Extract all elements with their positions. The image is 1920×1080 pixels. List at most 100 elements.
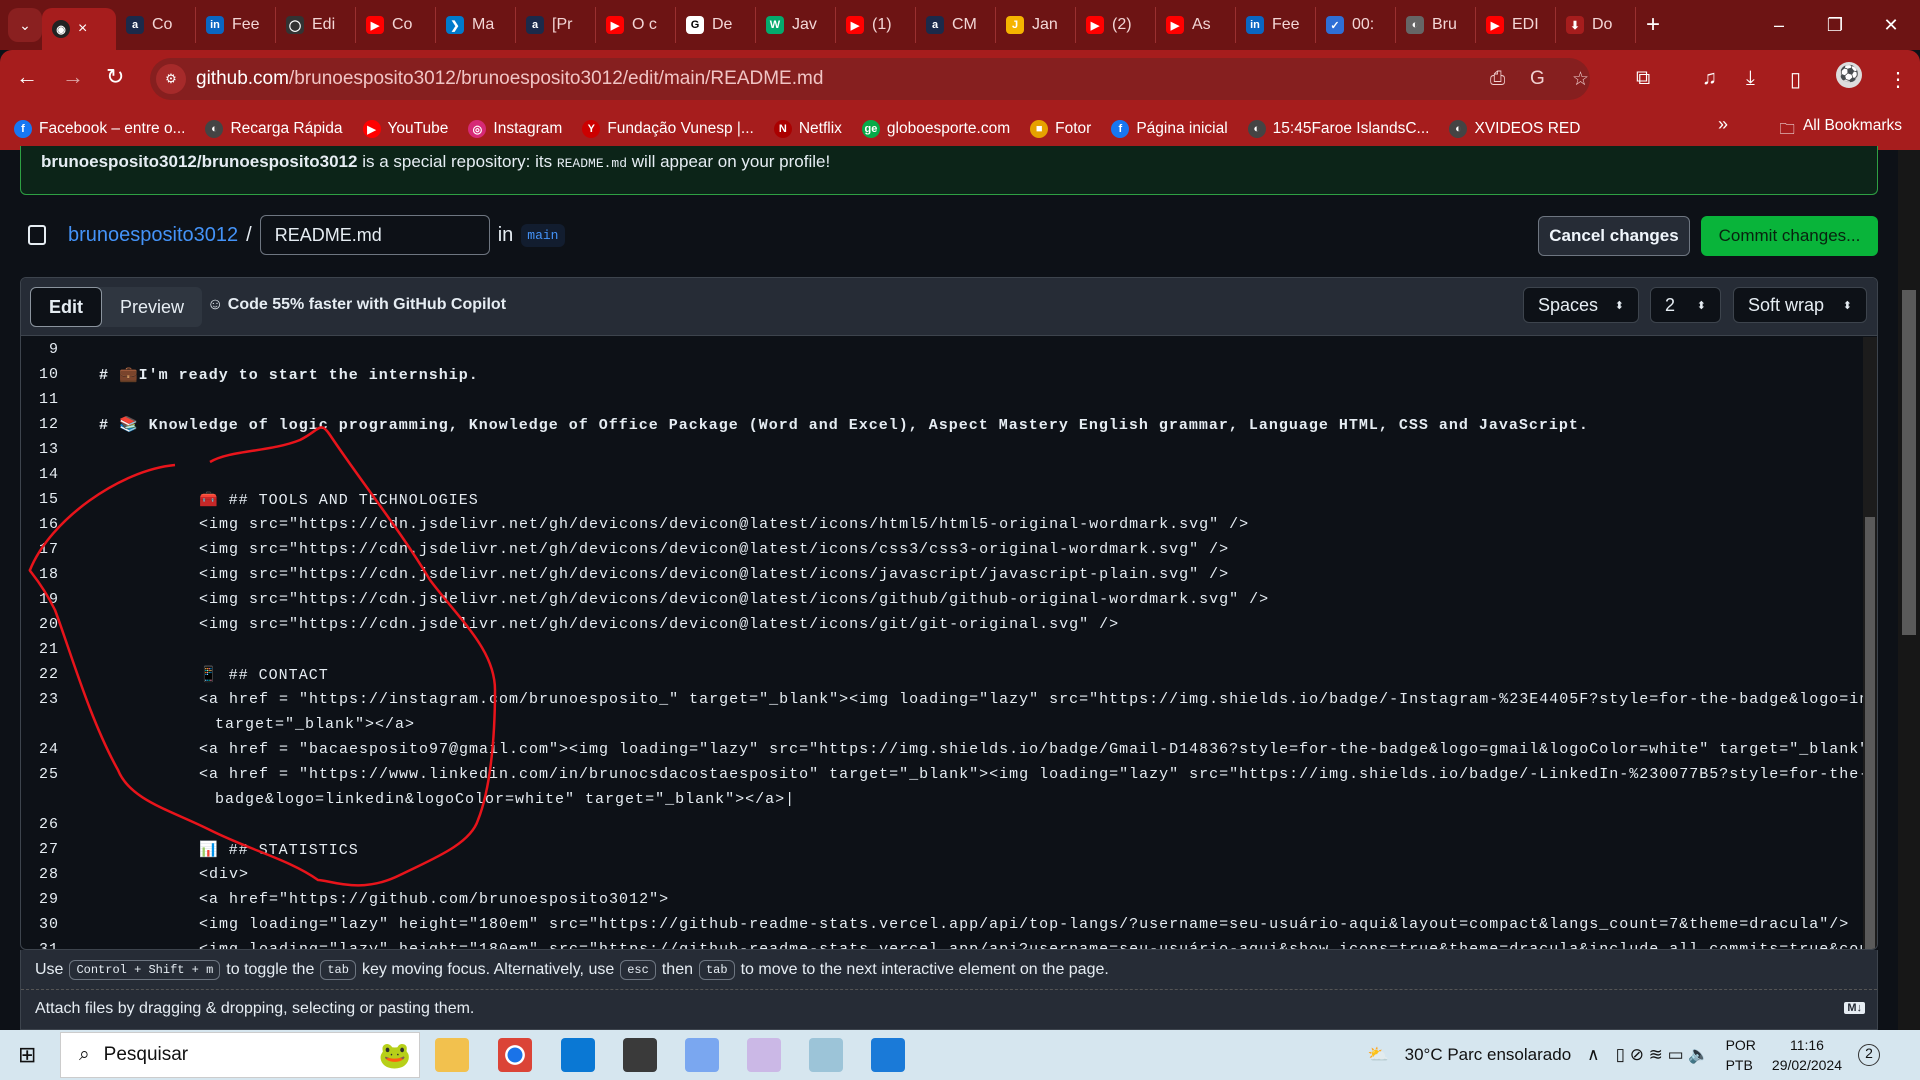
code-line[interactable]: target="_blank"></a> xyxy=(21,712,1863,737)
sublime-icon[interactable] xyxy=(623,1038,657,1072)
tab[interactable]: a CM xyxy=(916,7,996,43)
tab[interactable]: ◯ Edi xyxy=(276,7,356,43)
tab[interactable]: G De xyxy=(676,7,756,43)
tab[interactable]: in Fee xyxy=(196,7,276,43)
indent-mode-select[interactable]: Spaces ⬍ xyxy=(1523,287,1639,323)
bookmark-item[interactable]: ■ Fotor xyxy=(1030,120,1091,138)
tab[interactable]: ◐ Bru xyxy=(1396,7,1476,43)
tab[interactable]: ❯ Ma xyxy=(436,7,516,43)
code-line[interactable]: 23 <a href = "https://instagram.com/bruno… xyxy=(21,687,1863,712)
cancel-changes-button[interactable]: Cancel changes xyxy=(1538,216,1690,256)
code-line[interactable]: 24 <a href = "bacaesposito97@gmail.com"><… xyxy=(21,737,1863,762)
markdown-icon[interactable]: M↓ xyxy=(1844,1002,1865,1014)
close-window-button[interactable]: ✕ xyxy=(1862,0,1920,50)
code-line[interactable]: 12 # 📚 Knowledge of logic programming, Kn… xyxy=(21,412,1863,437)
code-line[interactable]: 18 <img src="https://cdn.jsdelivr.net/gh/… xyxy=(21,562,1863,587)
code-line[interactable]: 16 <img src="https://cdn.jsdelivr.net/gh/… xyxy=(21,512,1863,537)
code-line[interactable]: 21 xyxy=(21,637,1863,662)
code-line[interactable]: 29 <a href="https://github.com/brunoespos… xyxy=(21,887,1863,912)
editor-scrollbar-thumb[interactable] xyxy=(1865,517,1875,949)
repo-owner-link[interactable]: brunoesposito3012 xyxy=(68,224,238,247)
new-tab-button[interactable]: + xyxy=(1646,11,1660,39)
bookmark-item[interactable]: ge globoesporte.com xyxy=(861,120,1010,138)
install-app-icon[interactable]: ⎙ xyxy=(1490,68,1505,90)
filename-input[interactable] xyxy=(259,215,490,255)
notifications-badge[interactable]: 2 xyxy=(1858,1044,1880,1066)
tab[interactable]: in Fee xyxy=(1236,7,1316,43)
tab[interactable]: ▶ O c xyxy=(596,7,676,43)
paint-icon[interactable] xyxy=(747,1038,781,1072)
windows-start-icon[interactable]: ⊞ xyxy=(18,1042,36,1068)
page-scrollbar[interactable] xyxy=(1898,150,1920,1030)
address-bar[interactable]: ⚙ github.com/brunoesposito3012/brunoespo… xyxy=(150,58,1590,100)
code-line[interactable]: 20 <img src="https://cdn.jsdelivr.net/gh/… xyxy=(21,612,1863,637)
tab[interactable]: ✓ 00: xyxy=(1316,7,1396,43)
code-line[interactable]: 25 <a href = "https://www.linkedin.com/in… xyxy=(21,762,1863,787)
tab[interactable]: ▶ As xyxy=(1156,7,1236,43)
code-line[interactable]: 28 <div> xyxy=(21,862,1863,887)
download-icon[interactable]: ⤓ xyxy=(1746,67,1755,90)
tab-edit[interactable]: Edit xyxy=(30,287,102,327)
taskbar-search[interactable]: ⌕ Pesquisar 🐸 xyxy=(60,1032,420,1078)
notepad-icon[interactable] xyxy=(809,1038,843,1072)
file-explorer-icon[interactable] xyxy=(435,1038,469,1072)
chrome-icon[interactable] xyxy=(498,1038,532,1072)
tab[interactable]: a Co xyxy=(116,7,196,43)
tab[interactable]: ▶ EDI xyxy=(1476,7,1556,43)
code-line[interactable]: 17 <img src="https://cdn.jsdelivr.net/gh/… xyxy=(21,537,1863,562)
back-icon[interactable]: ← xyxy=(16,64,38,90)
code-area[interactable]: 9 10 # 💼I'm ready to start the internship.… xyxy=(21,337,1863,949)
show-hidden-icons[interactable]: ∧ xyxy=(1587,1045,1599,1065)
tab-preview[interactable]: Preview xyxy=(102,287,202,327)
url-text[interactable]: github.com/brunoesposito3012/brunoesposi… xyxy=(196,68,823,90)
code-line[interactable]: 10 # 💼I'm ready to start the internship. xyxy=(21,362,1863,387)
code-line[interactable]: 19 <img src="https://cdn.jsdelivr.net/gh/… xyxy=(21,587,1863,612)
bookmark-item[interactable]: ◐ XVIDEOS RED xyxy=(1449,120,1580,138)
code-line[interactable]: 13 xyxy=(21,437,1863,462)
photos-icon[interactable] xyxy=(871,1038,905,1072)
bookmark-item[interactable]: f Facebook – entre o... xyxy=(14,120,185,138)
editor-scrollbar[interactable] xyxy=(1863,337,1877,949)
site-info-icon[interactable]: ⚙ xyxy=(156,64,186,94)
bookmark-item[interactable]: ◐ 15:45Faroe IslandsC... xyxy=(1247,120,1429,138)
commit-changes-button[interactable]: Commit changes... xyxy=(1701,216,1878,256)
code-line[interactable]: 15 🧰 ## TOOLS AND TECHNOLOGIES xyxy=(21,487,1863,512)
code-line[interactable]: 11 xyxy=(21,387,1863,412)
more-bookmarks-icon[interactable]: » xyxy=(1718,114,1728,135)
tab[interactable]: ▶ (2) xyxy=(1076,7,1156,43)
tab-close-button[interactable]: × xyxy=(78,20,87,38)
code-line[interactable]: 31 <img loading="lazy" height="180em" src… xyxy=(21,937,1863,949)
code-line[interactable]: 9 xyxy=(21,337,1863,362)
indent-size-select[interactable]: 2 ⬍ xyxy=(1650,287,1721,323)
side-panel-icon[interactable]: ▯ xyxy=(1790,67,1801,92)
bookmark-star-icon[interactable]: ☆ xyxy=(1572,68,1589,91)
file-tree-toggle-icon[interactable] xyxy=(28,225,46,245)
code-line[interactable]: 14 xyxy=(21,462,1863,487)
code-line[interactable]: 30 <img loading="lazy" height="180em" src… xyxy=(21,912,1863,937)
copilot-promo[interactable]: ☺ Code 55% faster with GitHub Copilot xyxy=(207,296,506,314)
bookmark-item[interactable]: N Netflix xyxy=(773,120,842,138)
code-line[interactable]: 22 📱 ## CONTACT xyxy=(21,662,1863,687)
tab[interactable]: W Jav xyxy=(756,7,836,43)
tray-icons[interactable]: ▯ ⊘ ≋ ▭ 🔈 xyxy=(1616,1045,1710,1065)
translate-icon[interactable]: G xyxy=(1530,68,1545,90)
bookmark-item[interactable]: f Página inicial xyxy=(1111,120,1228,138)
tab[interactable]: ⬇ Do xyxy=(1556,7,1636,43)
restore-button[interactable]: ❐ xyxy=(1806,0,1864,50)
tab[interactable]: ▶ (1) xyxy=(836,7,916,43)
attach-files-hint[interactable]: Attach files by dragging & dropping, sel… xyxy=(21,990,1877,1028)
tab[interactable]: a [Pr xyxy=(516,7,596,43)
code-line[interactable]: 26 xyxy=(21,812,1863,837)
bookmark-item[interactable]: Y Fundação Vunesp |... xyxy=(582,120,754,138)
wrap-mode-select[interactable]: Soft wrap ⬍ xyxy=(1733,287,1867,323)
profile-avatar[interactable]: ⚽ xyxy=(1836,62,1862,88)
bookmark-item[interactable]: ◎ Instagram xyxy=(468,120,562,138)
code-line[interactable]: 27 📊 ## STATISTICS xyxy=(21,837,1863,862)
all-bookmarks-button[interactable]: 🗀 All Bookmarks xyxy=(1779,117,1902,144)
tab[interactable]: J Jan xyxy=(996,7,1076,43)
forward-icon[interactable]: → xyxy=(62,64,84,90)
clock[interactable]: 11:16 29/02/2024 xyxy=(1772,1035,1842,1075)
bookmark-item[interactable]: ▶ YouTube xyxy=(362,120,448,138)
weather-text[interactable]: 30°C Parc ensolarado xyxy=(1405,1045,1572,1065)
page-scrollbar-thumb[interactable] xyxy=(1902,290,1916,635)
